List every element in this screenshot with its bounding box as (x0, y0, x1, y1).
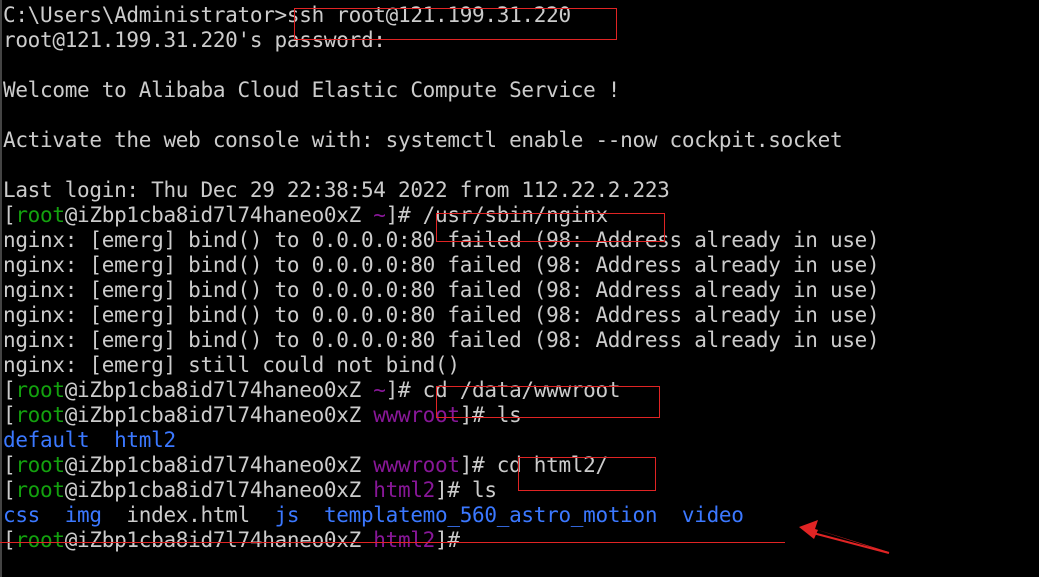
terminal-line: [root@iZbp1cba8id7l74haneo0xZ html2]# ls (3, 478, 497, 503)
terminal-text-segment: nginx: [emerg] bind() to 0.0.0.0:80 fail… (3, 328, 880, 352)
terminal-text-segment: ]# (435, 528, 460, 552)
terminal-line: nginx: [emerg] bind() to 0.0.0.0:80 fail… (3, 253, 880, 278)
terminal-text-segment: templatemo_560_astro_motion (323, 503, 658, 527)
terminal-line: nginx: [emerg] bind() to 0.0.0.0:80 fail… (3, 228, 880, 253)
terminal-line: css img index.html js templatemo_560_ast… (3, 503, 744, 528)
terminal-line: Welcome to Alibaba Cloud Elastic Compute… (3, 78, 620, 103)
terminal-text-segment: cd /data/wwwroot (422, 378, 621, 402)
terminal-text-segment: ]# (459, 453, 497, 477)
terminal-text-segment: [ (3, 403, 16, 427)
terminal-text-segment: root (15, 528, 65, 552)
terminal-text-segment: nginx: [emerg] bind() to 0.0.0.0:80 fail… (3, 303, 880, 327)
terminal-text-segment: [ (3, 203, 16, 227)
terminal-window[interactable]: C:\Users\Administrator>ssh root@121.199.… (0, 0, 1039, 577)
terminal-text-segment: ]# (459, 403, 497, 427)
terminal-text-segment: wwwroot (373, 453, 460, 477)
terminal-line: C:\Users\Administrator>ssh root@121.199.… (3, 3, 571, 28)
terminal-text-segment: [ (3, 478, 16, 502)
terminal-line: Last login: Thu Dec 29 22:38:54 2022 fro… (3, 178, 670, 203)
terminal-text-segment: ]# (435, 478, 473, 502)
terminal-text-segment: ~ (373, 203, 386, 227)
terminal-line: default html2 (3, 428, 176, 453)
terminal-text-segment: html2 (114, 428, 176, 452)
terminal-text-segment: root@121.199.31.220's password: (3, 28, 386, 52)
terminal-text-segment: html2 (373, 478, 436, 502)
terminal-text-segment: ]# (385, 378, 423, 402)
terminal-line: nginx: [emerg] bind() to 0.0.0.0:80 fail… (3, 328, 880, 353)
terminal-text-segment: @iZbp1cba8id7l74haneo0xZ (64, 378, 374, 402)
terminal-text-segment: @iZbp1cba8id7l74haneo0xZ (64, 203, 374, 227)
terminal-text-segment: nginx: [emerg] bind() to 0.0.0.0:80 fail… (3, 278, 880, 302)
terminal-line: nginx: [emerg] bind() to 0.0.0.0:80 fail… (3, 278, 880, 303)
terminal-line: [root@iZbp1cba8id7l74haneo0xZ wwwroot]# … (3, 403, 522, 428)
terminal-text-segment: nginx: [emerg] bind() to 0.0.0.0:80 fail… (3, 228, 880, 252)
terminal-text-segment: @iZbp1cba8id7l74haneo0xZ (64, 403, 374, 427)
terminal-text-segment: ]# (385, 203, 423, 227)
terminal-text-segment: @iZbp1cba8id7l74haneo0xZ (64, 528, 374, 552)
terminal-text-segment: root (15, 478, 65, 502)
terminal-text-segment: nginx: [emerg] still could not bind() (3, 353, 460, 377)
terminal-text-segment: index.html (101, 503, 275, 527)
window-left-border (0, 0, 2, 577)
terminal-text-segment: ls (472, 478, 497, 502)
terminal-line: root@121.199.31.220's password: (3, 28, 386, 53)
terminal-text-segment: @iZbp1cba8id7l74haneo0xZ (64, 453, 374, 477)
terminal-text-segment: root (15, 453, 65, 477)
terminal-text-segment: default (3, 428, 90, 452)
terminal-text-segment: cd html2/ (496, 453, 608, 477)
terminal-text-segment: js (274, 503, 300, 527)
terminal-text-segment: /usr/sbin/nginx (422, 203, 608, 227)
terminal-text-segment: Welcome to Alibaba Cloud Elastic Compute… (3, 78, 621, 102)
terminal-line: [root@iZbp1cba8id7l74haneo0xZ ~]# /usr/s… (3, 203, 608, 228)
terminal-text-segment: img (64, 503, 102, 527)
terminal-text-segment: [ (3, 453, 16, 477)
terminal-text-segment: ssh root@121.199.31.220 (286, 3, 571, 27)
terminal-line: [root@iZbp1cba8id7l74haneo0xZ html2]# (3, 528, 460, 553)
terminal-text-segment: root (15, 378, 65, 402)
terminal-text-segment: css (3, 503, 41, 527)
terminal-line: nginx: [emerg] bind() to 0.0.0.0:80 fail… (3, 303, 880, 328)
terminal-text-segment: [ (3, 378, 16, 402)
terminal-line: [root@iZbp1cba8id7l74haneo0xZ ~]# cd /da… (3, 378, 620, 403)
terminal-text-segment: video (681, 503, 744, 527)
terminal-text-segment: C:\Users\Administrator> (3, 3, 287, 27)
terminal-line: [root@iZbp1cba8id7l74haneo0xZ wwwroot]# … (3, 453, 608, 478)
terminal-text-segment: root (15, 203, 65, 227)
terminal-text-segment: ls (496, 403, 522, 427)
terminal-line: nginx: [emerg] still could not bind() (3, 353, 460, 378)
terminal-text-segment: root (15, 403, 65, 427)
terminal-line: Activate the web console with: systemctl… (3, 128, 843, 153)
terminal-text-segment: ~ (373, 378, 386, 402)
terminal-text-segment: Last login: Thu Dec 29 22:38:54 2022 fro… (3, 178, 670, 202)
terminal-text-segment: html2 (373, 528, 436, 552)
terminal-text-segment: [ (3, 528, 16, 552)
terminal-text-segment: wwwroot (373, 403, 460, 427)
terminal-text-segment: Activate the web console with: systemctl… (3, 128, 843, 152)
terminal-text-segment: @iZbp1cba8id7l74haneo0xZ (64, 478, 374, 502)
terminal-text-segment: nginx: [emerg] bind() to 0.0.0.0:80 fail… (3, 253, 880, 277)
